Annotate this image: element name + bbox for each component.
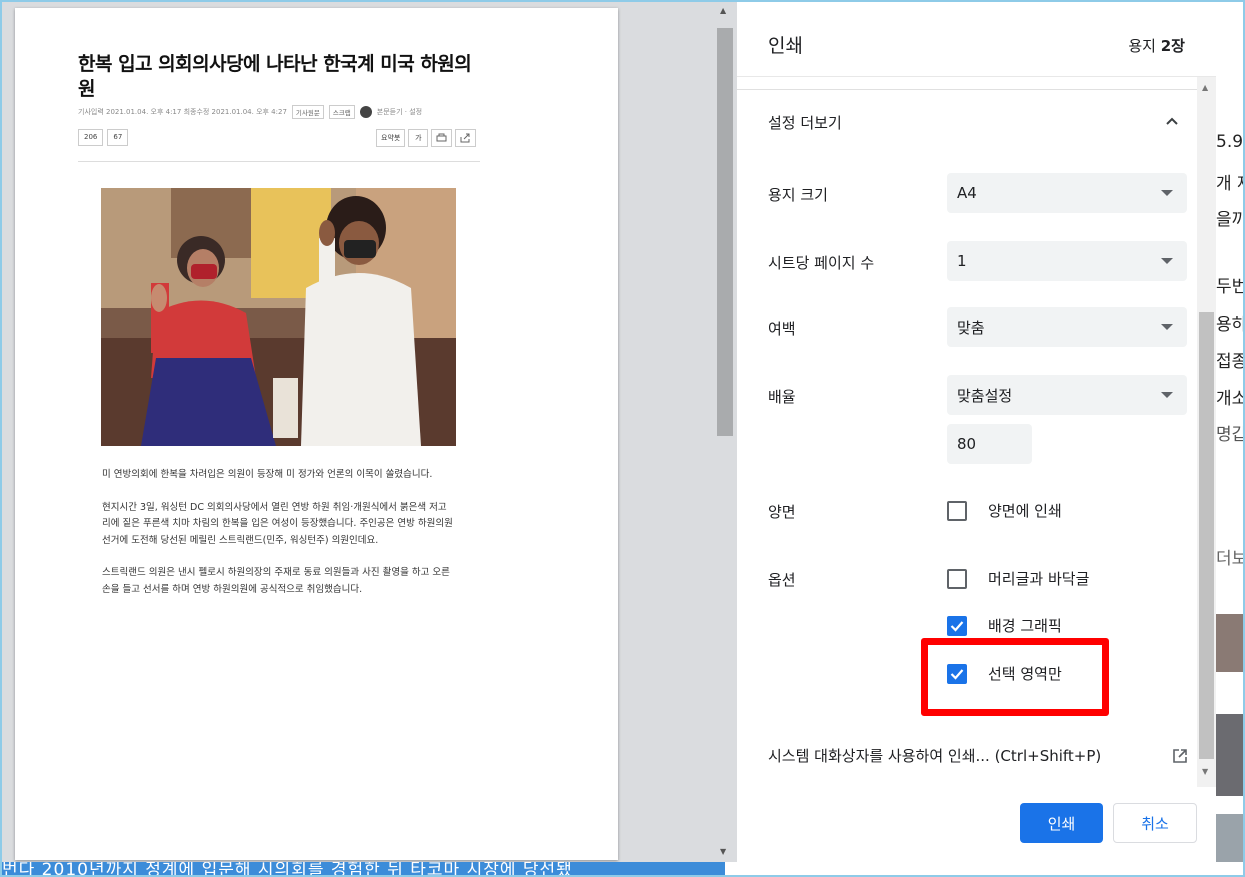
scroll-up-icon[interactable]: ▲ (1202, 83, 1208, 92)
background-text: 더보 (1216, 549, 1245, 569)
print-dialog: 인쇄 용지 2장 설정 더보기 용지 크기 A4 시트당 페이지 수 1 여백 … (737, 2, 1216, 862)
open-external-icon (1173, 748, 1187, 763)
background-graphics-option[interactable]: 배경 그래픽 (947, 615, 1062, 636)
background-text: 개소 (1216, 389, 1245, 409)
article-tools: 요약봇 가 (376, 129, 477, 147)
print-preview-area: 한복 입고 의회의사당에 나타난 한국계 미국 하원의원 기사입력 2021.0… (2, 2, 735, 862)
dialog-scrollbar[interactable]: ▲ ▼ (1197, 77, 1216, 787)
background-text: 접종 (1216, 352, 1245, 372)
caret-down-icon (1161, 324, 1173, 330)
duplex-checkbox[interactable] (947, 500, 967, 521)
sheet-count-prefix: 용지 (1128, 37, 1161, 55)
caret-down-icon (1161, 190, 1173, 196)
duplex-option[interactable]: 양면에 인쇄 (947, 500, 1062, 521)
scroll-down-icon[interactable]: ▼ (720, 847, 726, 856)
scroll-down-icon[interactable]: ▼ (1202, 767, 1208, 776)
system-dialog-label: 시스템 대화상자를 사용하여 인쇄... (Ctrl+Shift+P) (768, 747, 1102, 765)
article-divider (78, 161, 480, 162)
sheet-count: 용지 2장 (1128, 35, 1185, 56)
font-size-button: 가 (408, 129, 429, 147)
background-text: 개 재 (1216, 174, 1245, 194)
headers-footers-label: 머리글과 바닥글 (988, 570, 1090, 588)
duplex-option-label: 양면에 인쇄 (988, 502, 1062, 520)
more-settings-toggle[interactable]: 설정 더보기 (768, 112, 842, 133)
like-count: 206 (78, 129, 104, 146)
checkmark-icon (950, 620, 964, 632)
comment-count: 67 (107, 129, 129, 146)
dialog-title: 인쇄 (768, 35, 803, 57)
caret-down-icon (1161, 392, 1173, 398)
scale-label: 배율 (768, 388, 796, 406)
cancel-button[interactable]: 취소 (1113, 803, 1197, 843)
pages-per-sheet-value: 1 (957, 252, 967, 270)
chevron-up-icon[interactable] (1165, 114, 1179, 128)
article-paragraph: 현지시간 3일, 워싱턴 DC 의회의사당에서 열린 연방 하원 취임·개원식에… (102, 501, 453, 546)
preview-page: 한복 입고 의회의사당에 나타난 한국계 미국 하원의원 기사입력 2021.0… (15, 8, 618, 860)
red-highlight-box (921, 638, 1109, 716)
pages-per-sheet-label: 시트당 페이지 수 (768, 254, 875, 272)
background-text: 명갑 (1216, 425, 1245, 445)
scale-input[interactable]: 80 (947, 424, 1032, 464)
print-icon (431, 129, 453, 147)
background-page-strip (725, 862, 1245, 877)
background-thumbnail (1216, 814, 1245, 862)
background-thumbnail (1216, 614, 1245, 672)
background-text: 을까 (1216, 210, 1245, 230)
system-dialog-link[interactable]: 시스템 대화상자를 사용하여 인쇄... (Ctrl+Shift+P) (768, 745, 1188, 766)
scale-select[interactable]: 맞춤설정 (947, 375, 1187, 415)
paper-size-label: 용지 크기 (768, 186, 828, 204)
headers-footers-checkbox[interactable] (947, 568, 967, 589)
article-title: 한복 입고 의회의사당에 나타난 한국계 미국 하원의원 (78, 53, 472, 100)
section-divider (737, 89, 1216, 90)
summary-bot-button: 요약봇 (376, 129, 406, 147)
preview-scroll-thumb[interactable] (717, 28, 733, 436)
article-date: 기사입력 2021.01.04. 오후 4:17 최종수정 2021.01.04… (78, 108, 287, 116)
paper-size-select[interactable]: A4 (947, 173, 1187, 213)
margins-value: 맞춤 (957, 318, 985, 337)
print-button[interactable]: 인쇄 (1020, 803, 1103, 843)
headers-footers-option[interactable]: 머리글과 바닥글 (947, 568, 1089, 589)
article-photo (101, 188, 456, 446)
options-label: 옵션 (768, 571, 796, 589)
background-page-edge: 5.9% 개 재 을까 두번 용하 접종 개소 명갑 더보 (1216, 2, 1245, 862)
background-text: 두번 (1216, 277, 1245, 297)
background-graphics-checkbox[interactable] (947, 615, 967, 636)
article-paragraph: 미 연방의회에 한복을 차려입은 의원이 등장해 미 정가와 언론의 이목이 쏠… (102, 469, 433, 480)
caret-down-icon (1161, 258, 1173, 264)
header-divider (737, 76, 1216, 77)
article-meta: 기사입력 2021.01.04. 오후 4:17 최종수정 2021.01.04… (78, 105, 422, 119)
dialog-scroll-thumb[interactable] (1199, 312, 1214, 759)
duplex-label: 양면 (768, 503, 796, 521)
article-body: 미 연방의회에 한복을 차려입은 의원이 등장해 미 정가와 언론의 이목이 쏠… (102, 467, 454, 614)
background-page-text: 번다 2010년까지 정계에 입문해 시의회를 경험한 뒤 타코마 시장에 당선… (2, 862, 725, 877)
share-icon (455, 129, 477, 147)
listen-setting-text: 본문듣기 · 설정 (376, 108, 423, 116)
paper-size-value: A4 (957, 184, 977, 202)
original-article-chip: 기사원문 (291, 105, 324, 119)
scrap-chip: 스크랩 (328, 105, 355, 119)
margins-select[interactable]: 맞춤 (947, 307, 1187, 347)
article-paragraph: 스트릭랜드 의원은 낸시 펠로시 하원의장의 주재로 동료 의원들과 사진 촬영… (102, 567, 450, 595)
background-text: 용하 (1216, 315, 1245, 335)
pages-per-sheet-select[interactable]: 1 (947, 241, 1187, 281)
scale-value: 맞춤설정 (957, 386, 1013, 405)
article-stats: 206 67 (78, 129, 129, 146)
background-graphics-label: 배경 그래픽 (988, 617, 1062, 635)
audio-icon (359, 106, 372, 118)
background-text: 5.9% (1216, 132, 1245, 152)
background-thumbnail (1216, 714, 1245, 796)
scroll-up-icon[interactable]: ▲ (720, 6, 726, 15)
preview-scrollbar[interactable]: ▲ ▼ (715, 2, 735, 862)
sheet-count-value: 2장 (1160, 37, 1185, 55)
margins-label: 여백 (768, 320, 796, 338)
